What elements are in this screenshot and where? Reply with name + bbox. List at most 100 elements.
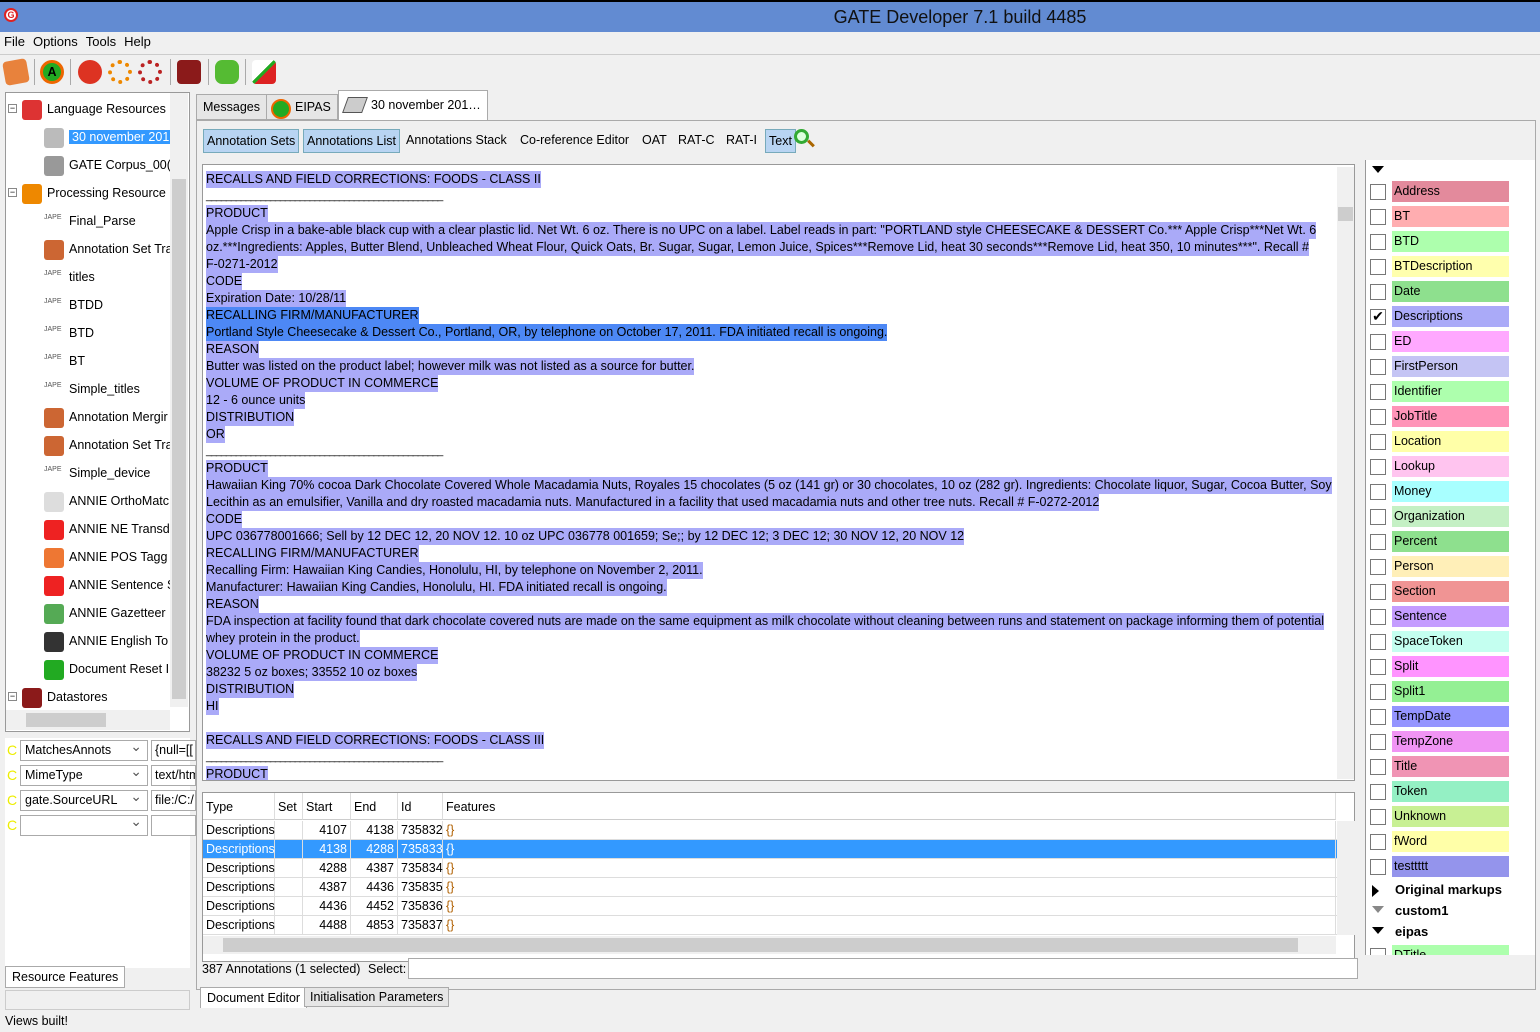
tree-item[interactable]: Annotation Mergir	[44, 405, 168, 429]
menu-options[interactable]: Options	[29, 32, 82, 51]
annotation-type-checkbox[interactable]	[1370, 459, 1386, 475]
annotation-type-row[interactable]: BTD	[1366, 231, 1536, 253]
annotation-type-checkbox[interactable]	[1370, 284, 1386, 300]
table-vertical-scrollbar[interactable]	[1337, 821, 1355, 935]
annotation-type-checkbox[interactable]	[1370, 384, 1386, 400]
annotation-set-expand-icon[interactable]	[1372, 906, 1384, 913]
table-row[interactable]: Descriptions 4436 4452 735836{}	[203, 897, 1337, 916]
tree-item[interactable]: ANNIE English To	[44, 629, 168, 653]
annotation-set-original-markups[interactable]: Original markups	[1395, 882, 1502, 897]
annotation-diff-icon[interactable]	[252, 60, 276, 84]
annotation-type-checkbox[interactable]	[1370, 359, 1386, 375]
view-button-oat[interactable]: OAT	[639, 129, 670, 153]
tree-item[interactable]: Processing Resource	[22, 181, 166, 205]
column-header-end[interactable]: End	[351, 793, 398, 820]
tree-item[interactable]: JAPE titles	[44, 265, 95, 289]
annotation-type-row[interactable]: Percent	[1366, 531, 1536, 553]
annotation-type-checkbox[interactable]	[1370, 409, 1386, 425]
column-header-start[interactable]: Start	[303, 793, 351, 820]
tree-horizontal-scrollbar[interactable]	[6, 710, 170, 730]
tab-eipas[interactable]: EIPAS	[266, 94, 338, 120]
annotation-type-checkbox[interactable]: ✔	[1370, 309, 1386, 325]
column-header-id[interactable]: Id	[398, 793, 443, 820]
menu-tools[interactable]: Tools	[82, 32, 120, 51]
annotation-type-checkbox[interactable]	[1370, 809, 1386, 825]
tree-item[interactable]: ANNIE OrthoMatc	[44, 489, 169, 513]
column-header-type[interactable]: Type	[203, 793, 275, 820]
tree-item[interactable]: JAPE Simple_titles	[44, 377, 140, 401]
view-button-text[interactable]: Text	[765, 129, 796, 153]
annotation-type-checkbox[interactable]	[1370, 559, 1386, 575]
annie-icon[interactable]: A	[40, 60, 64, 84]
default-set-expand-icon[interactable]	[1372, 166, 1384, 173]
table-row[interactable]: Descriptions 4107 4138 735832{}	[203, 821, 1337, 840]
tree-item[interactable]: Language Resources	[22, 97, 166, 121]
annotation-type-checkbox[interactable]	[1370, 834, 1386, 850]
annotation-type-row[interactable]: BTDescription	[1366, 256, 1536, 278]
annotation-set-eipas[interactable]: eipas	[1395, 924, 1428, 939]
annotation-type-row[interactable]: Money	[1366, 481, 1536, 503]
annotation-type-checkbox[interactable]	[1370, 859, 1386, 875]
annotation-type-row[interactable]: Address	[1366, 181, 1536, 203]
annotation-type-checkbox[interactable]	[1370, 534, 1386, 550]
annotation-type-checkbox[interactable]	[1370, 659, 1386, 675]
view-button-co-reference-editor[interactable]: Co-reference Editor	[517, 129, 632, 153]
tree-vertical-scrollbar[interactable]	[170, 93, 188, 707]
datastore-icon[interactable]	[177, 60, 201, 84]
annotation-type-row[interactable]: ✔ Descriptions	[1366, 306, 1536, 328]
annotation-type-row[interactable]: BT	[1366, 206, 1536, 228]
annotation-type-row[interactable]: TempDate	[1366, 706, 1536, 728]
collapse-toggle-icon[interactable]: −	[8, 188, 17, 197]
plugin-manager-icon[interactable]	[215, 60, 239, 84]
annotation-type-checkbox[interactable]	[1370, 209, 1386, 225]
annotation-type-row[interactable]: SpaceToken	[1366, 631, 1536, 653]
processing-resource-icon[interactable]	[108, 60, 132, 84]
annotation-type-row[interactable]: Section	[1366, 581, 1536, 603]
tree-item[interactable]: Annotation Set Tra	[44, 237, 173, 261]
tab-resource-features[interactable]: Resource Features	[5, 966, 126, 988]
tree-item[interactable]: JAPE BTDD	[44, 293, 103, 317]
tree-item[interactable]: JAPE BTD	[44, 321, 94, 345]
annotation-type-checkbox[interactable]	[1370, 484, 1386, 500]
annotation-type-row[interactable]: Identifier	[1366, 381, 1536, 403]
view-button-annotations-list[interactable]: Annotations List	[303, 129, 400, 153]
tree-item[interactable]: 30 november 201	[44, 125, 173, 149]
annotation-type-checkbox[interactable]	[1370, 234, 1386, 250]
tree-item[interactable]: GATE Corpus_00(	[44, 153, 171, 177]
feature-value-field[interactable]	[151, 815, 196, 836]
annotation-type-checkbox[interactable]	[1370, 684, 1386, 700]
features-horizontal-scrollbar[interactable]	[5, 990, 190, 1010]
select-input[interactable]	[408, 958, 1358, 979]
view-button-rat-c[interactable]: RAT-C	[675, 129, 718, 153]
menu-help[interactable]: Help	[120, 32, 155, 51]
tree-item[interactable]: ANNIE POS Tagg	[44, 545, 167, 569]
table-horizontal-scrollbar[interactable]	[203, 936, 1336, 954]
annotation-type-row[interactable]: JobTitle	[1366, 406, 1536, 428]
tree-item[interactable]: ANNIE Sentence S	[44, 573, 175, 597]
annotation-type-checkbox[interactable]	[1370, 434, 1386, 450]
annotation-type-row[interactable]: Token	[1366, 781, 1536, 803]
tab-messages[interactable]: Messages	[196, 94, 267, 120]
tab-document-editor[interactable]: Document Editor	[200, 987, 308, 1008]
view-button-annotation-sets[interactable]: Annotation Sets	[203, 129, 300, 153]
annotation-type-row[interactable]: DTitle	[1366, 945, 1536, 955]
document-text[interactable]: RECALLS AND FIELD CORRECTIONS: FOODS - C…	[202, 164, 1355, 781]
annotation-type-checkbox[interactable]	[1370, 709, 1386, 725]
tab-initialisation-parameters[interactable]: Initialisation Parameters	[304, 987, 450, 1007]
tree-item[interactable]: ANNIE NE Transd	[44, 517, 170, 541]
annotation-type-checkbox[interactable]	[1370, 184, 1386, 200]
tree-item[interactable]: JAPE Simple_device	[44, 461, 150, 485]
annotation-type-row[interactable]: Split1	[1366, 681, 1536, 703]
collapse-toggle-icon[interactable]: −	[8, 104, 17, 113]
annotation-type-row[interactable]: ED	[1366, 331, 1536, 353]
column-header-features[interactable]: Features	[443, 793, 1336, 820]
table-row[interactable]: Descriptions 4387 4436 735835{}	[203, 878, 1337, 897]
tree-item[interactable]: JAPE Final_Parse	[44, 209, 136, 233]
annotation-type-row[interactable]: Person	[1366, 556, 1536, 578]
language-resource-icon[interactable]	[78, 60, 102, 84]
view-button-rat-i[interactable]: RAT-I	[723, 129, 760, 153]
annotation-type-row[interactable]: testtttt	[1366, 856, 1536, 878]
load-document-icon[interactable]	[2, 58, 30, 86]
annotation-type-checkbox[interactable]	[1370, 759, 1386, 775]
annotation-type-checkbox[interactable]	[1370, 784, 1386, 800]
